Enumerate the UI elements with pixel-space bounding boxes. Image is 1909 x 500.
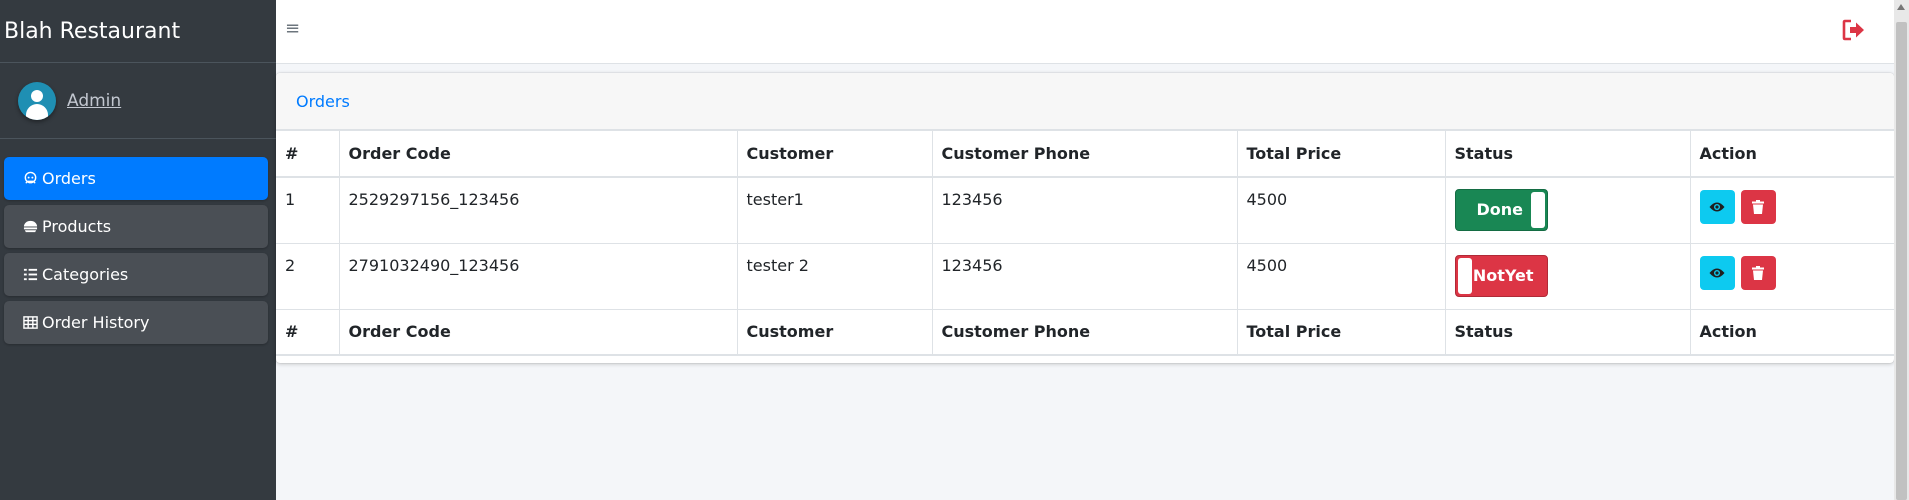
orders-breadcrumb-link[interactable]: Orders — [296, 92, 350, 111]
products-icon — [22, 219, 38, 235]
column-footer: Action — [1689, 308, 1894, 356]
delete-button[interactable] — [1740, 189, 1776, 224]
trash-icon — [1752, 265, 1765, 280]
trash-icon — [1752, 199, 1765, 214]
customer-phone: 123456 — [931, 242, 1238, 310]
action-cell — [1689, 176, 1894, 244]
sign-out-icon[interactable] — [1842, 19, 1866, 45]
status-label: NotYet — [1472, 265, 1534, 285]
sidebar-item-label: Order History — [42, 313, 150, 332]
orders-card: Orders # Order Code Customer Customer Ph… — [276, 73, 1894, 363]
column-footer: Status — [1444, 308, 1691, 356]
column-footer: # — [276, 308, 340, 356]
sidebar-nav: Orders Products Categories Order History — [0, 139, 276, 344]
status-toggle[interactable]: Done — [1454, 188, 1548, 231]
scrollbar-thumb[interactable] — [1896, 22, 1907, 500]
toggle-knob — [1457, 257, 1472, 294]
sidebar-item-order-history[interactable]: Order History — [4, 301, 268, 344]
view-button[interactable] — [1699, 255, 1735, 290]
column-header: Action — [1689, 130, 1894, 178]
orders-icon — [22, 171, 38, 187]
column-footer: Order Code — [338, 308, 738, 356]
orders-table: # Order Code Customer Customer Phone Tot… — [276, 130, 1894, 356]
column-footer: Customer Phone — [931, 308, 1238, 356]
table-row: 1 2529297156_123456 tester1 123456 4500 … — [276, 176, 1894, 244]
column-header: Customer — [736, 130, 933, 178]
total-price: 4500 — [1236, 176, 1446, 244]
status-toggle[interactable]: NotYet — [1454, 254, 1548, 297]
scroll-up-arrow-icon[interactable] — [1897, 4, 1905, 10]
hamburger-icon[interactable]: ≡ — [285, 20, 300, 38]
column-header: Customer Phone — [931, 130, 1238, 178]
table-icon — [22, 315, 38, 331]
column-footer: Total Price — [1236, 308, 1446, 356]
order-code: 2791032490_123456 — [338, 242, 738, 310]
column-header: # — [276, 130, 340, 178]
status-cell: NotYet — [1444, 242, 1691, 310]
sidebar-item-label: Categories — [42, 265, 129, 284]
customer-name: tester 2 — [736, 242, 933, 310]
brand[interactable]: Blah Restaurant — [0, 0, 276, 63]
row-number: 2 — [276, 242, 340, 310]
eye-icon — [1709, 268, 1725, 277]
order-code: 2529297156_123456 — [338, 176, 738, 244]
status-label: Done — [1476, 199, 1524, 219]
brand-title[interactable]: Blah Restaurant — [4, 19, 180, 44]
table-footer-row: # Order Code Customer Customer Phone Tot… — [276, 308, 1894, 356]
total-price: 4500 — [1236, 242, 1446, 310]
status-cell: Done — [1444, 176, 1691, 244]
row-number: 1 — [276, 176, 340, 244]
avatar — [18, 81, 56, 120]
list-icon — [22, 267, 38, 283]
customer-name: tester1 — [736, 176, 933, 244]
column-header: Order Code — [338, 130, 738, 178]
vertical-scrollbar[interactable] — [1894, 0, 1909, 500]
sidebar-item-label: Products — [42, 217, 112, 236]
eye-icon — [1709, 202, 1725, 211]
customer-phone: 123456 — [931, 176, 1238, 244]
column-header: Status — [1444, 130, 1691, 178]
sidebar: Blah Restaurant Admin Orders Products Ca… — [0, 0, 276, 500]
table-header-row: # Order Code Customer Customer Phone Tot… — [276, 130, 1894, 178]
user-name-link[interactable]: Admin — [67, 91, 121, 111]
sidebar-item-categories[interactable]: Categories — [4, 253, 268, 296]
sidebar-item-orders[interactable]: Orders — [4, 157, 268, 200]
sidebar-item-label: Orders — [42, 169, 96, 188]
table-row: 2 2791032490_123456 tester 2 123456 4500… — [276, 242, 1894, 310]
column-header: Total Price — [1236, 130, 1446, 178]
card-header: Orders — [276, 73, 1894, 130]
top-navbar: ≡ — [276, 0, 1894, 64]
column-footer: Customer — [736, 308, 933, 356]
delete-button[interactable] — [1740, 255, 1776, 290]
action-cell — [1689, 242, 1894, 310]
sidebar-item-products[interactable]: Products — [4, 205, 268, 248]
view-button[interactable] — [1699, 189, 1735, 224]
toggle-knob — [1530, 191, 1545, 228]
user-panel: Admin — [0, 63, 276, 139]
